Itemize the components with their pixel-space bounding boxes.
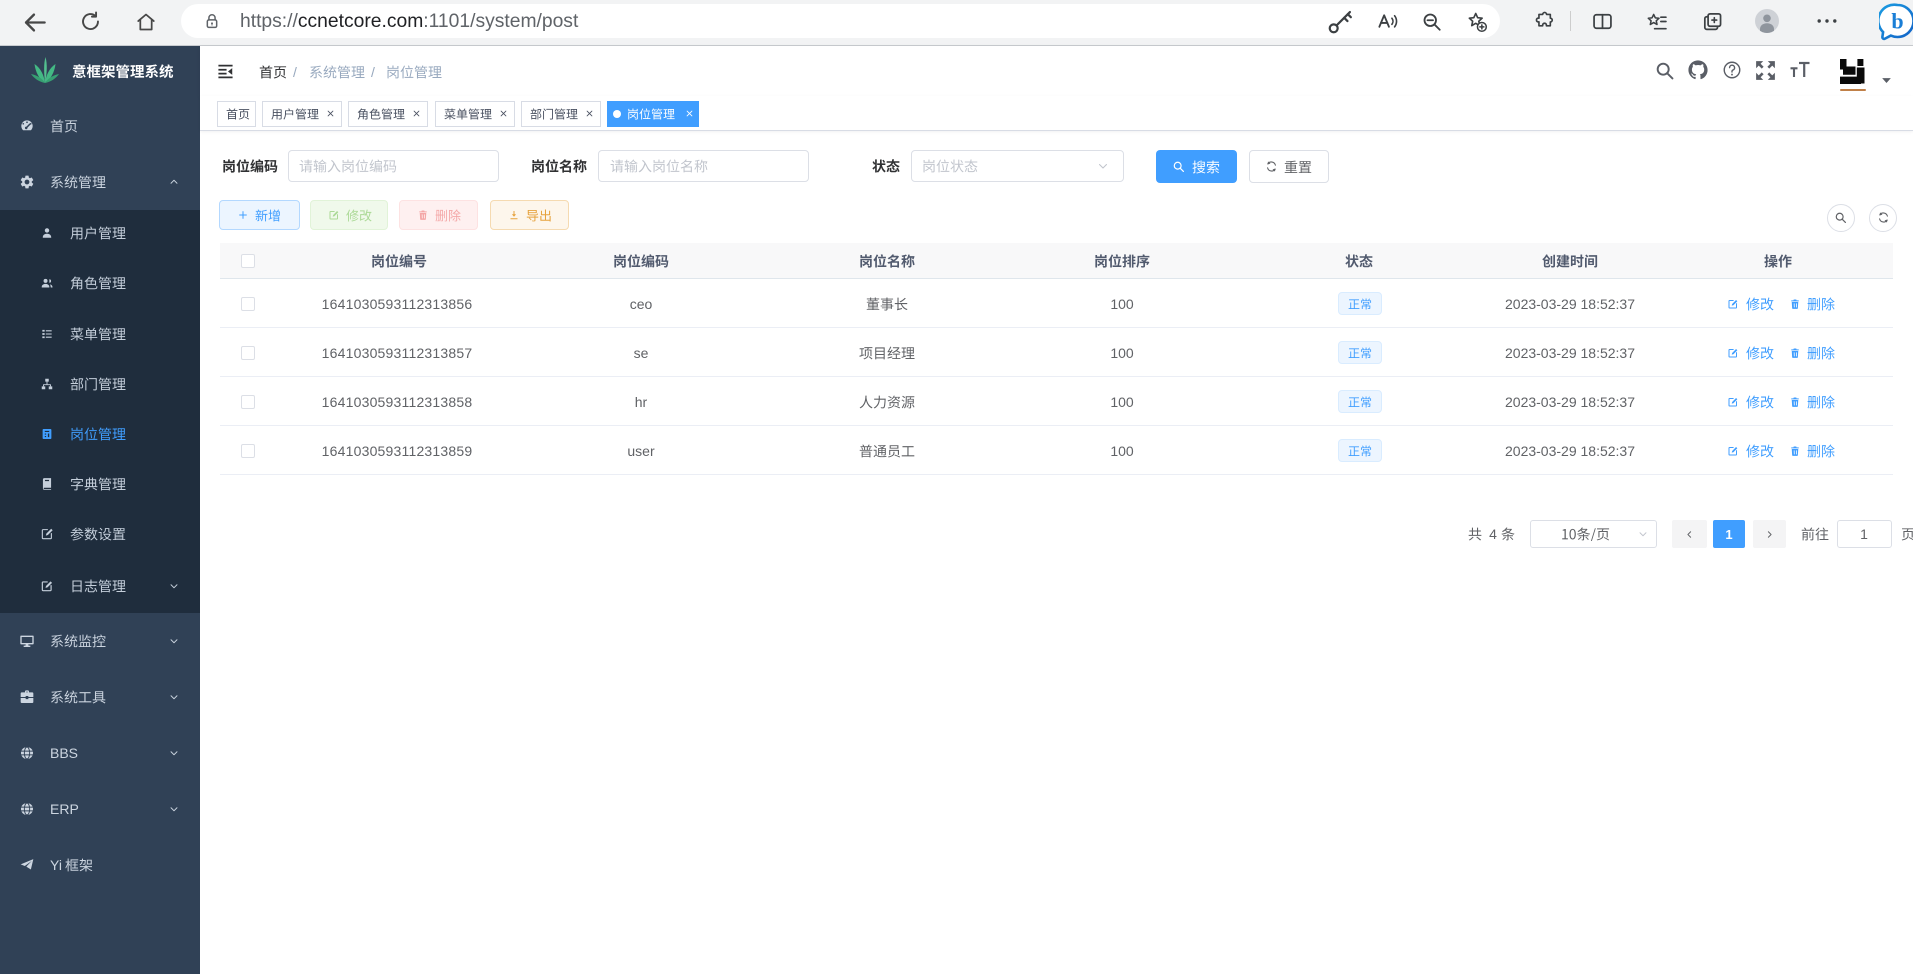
svg-text:b: b	[1891, 9, 1903, 34]
